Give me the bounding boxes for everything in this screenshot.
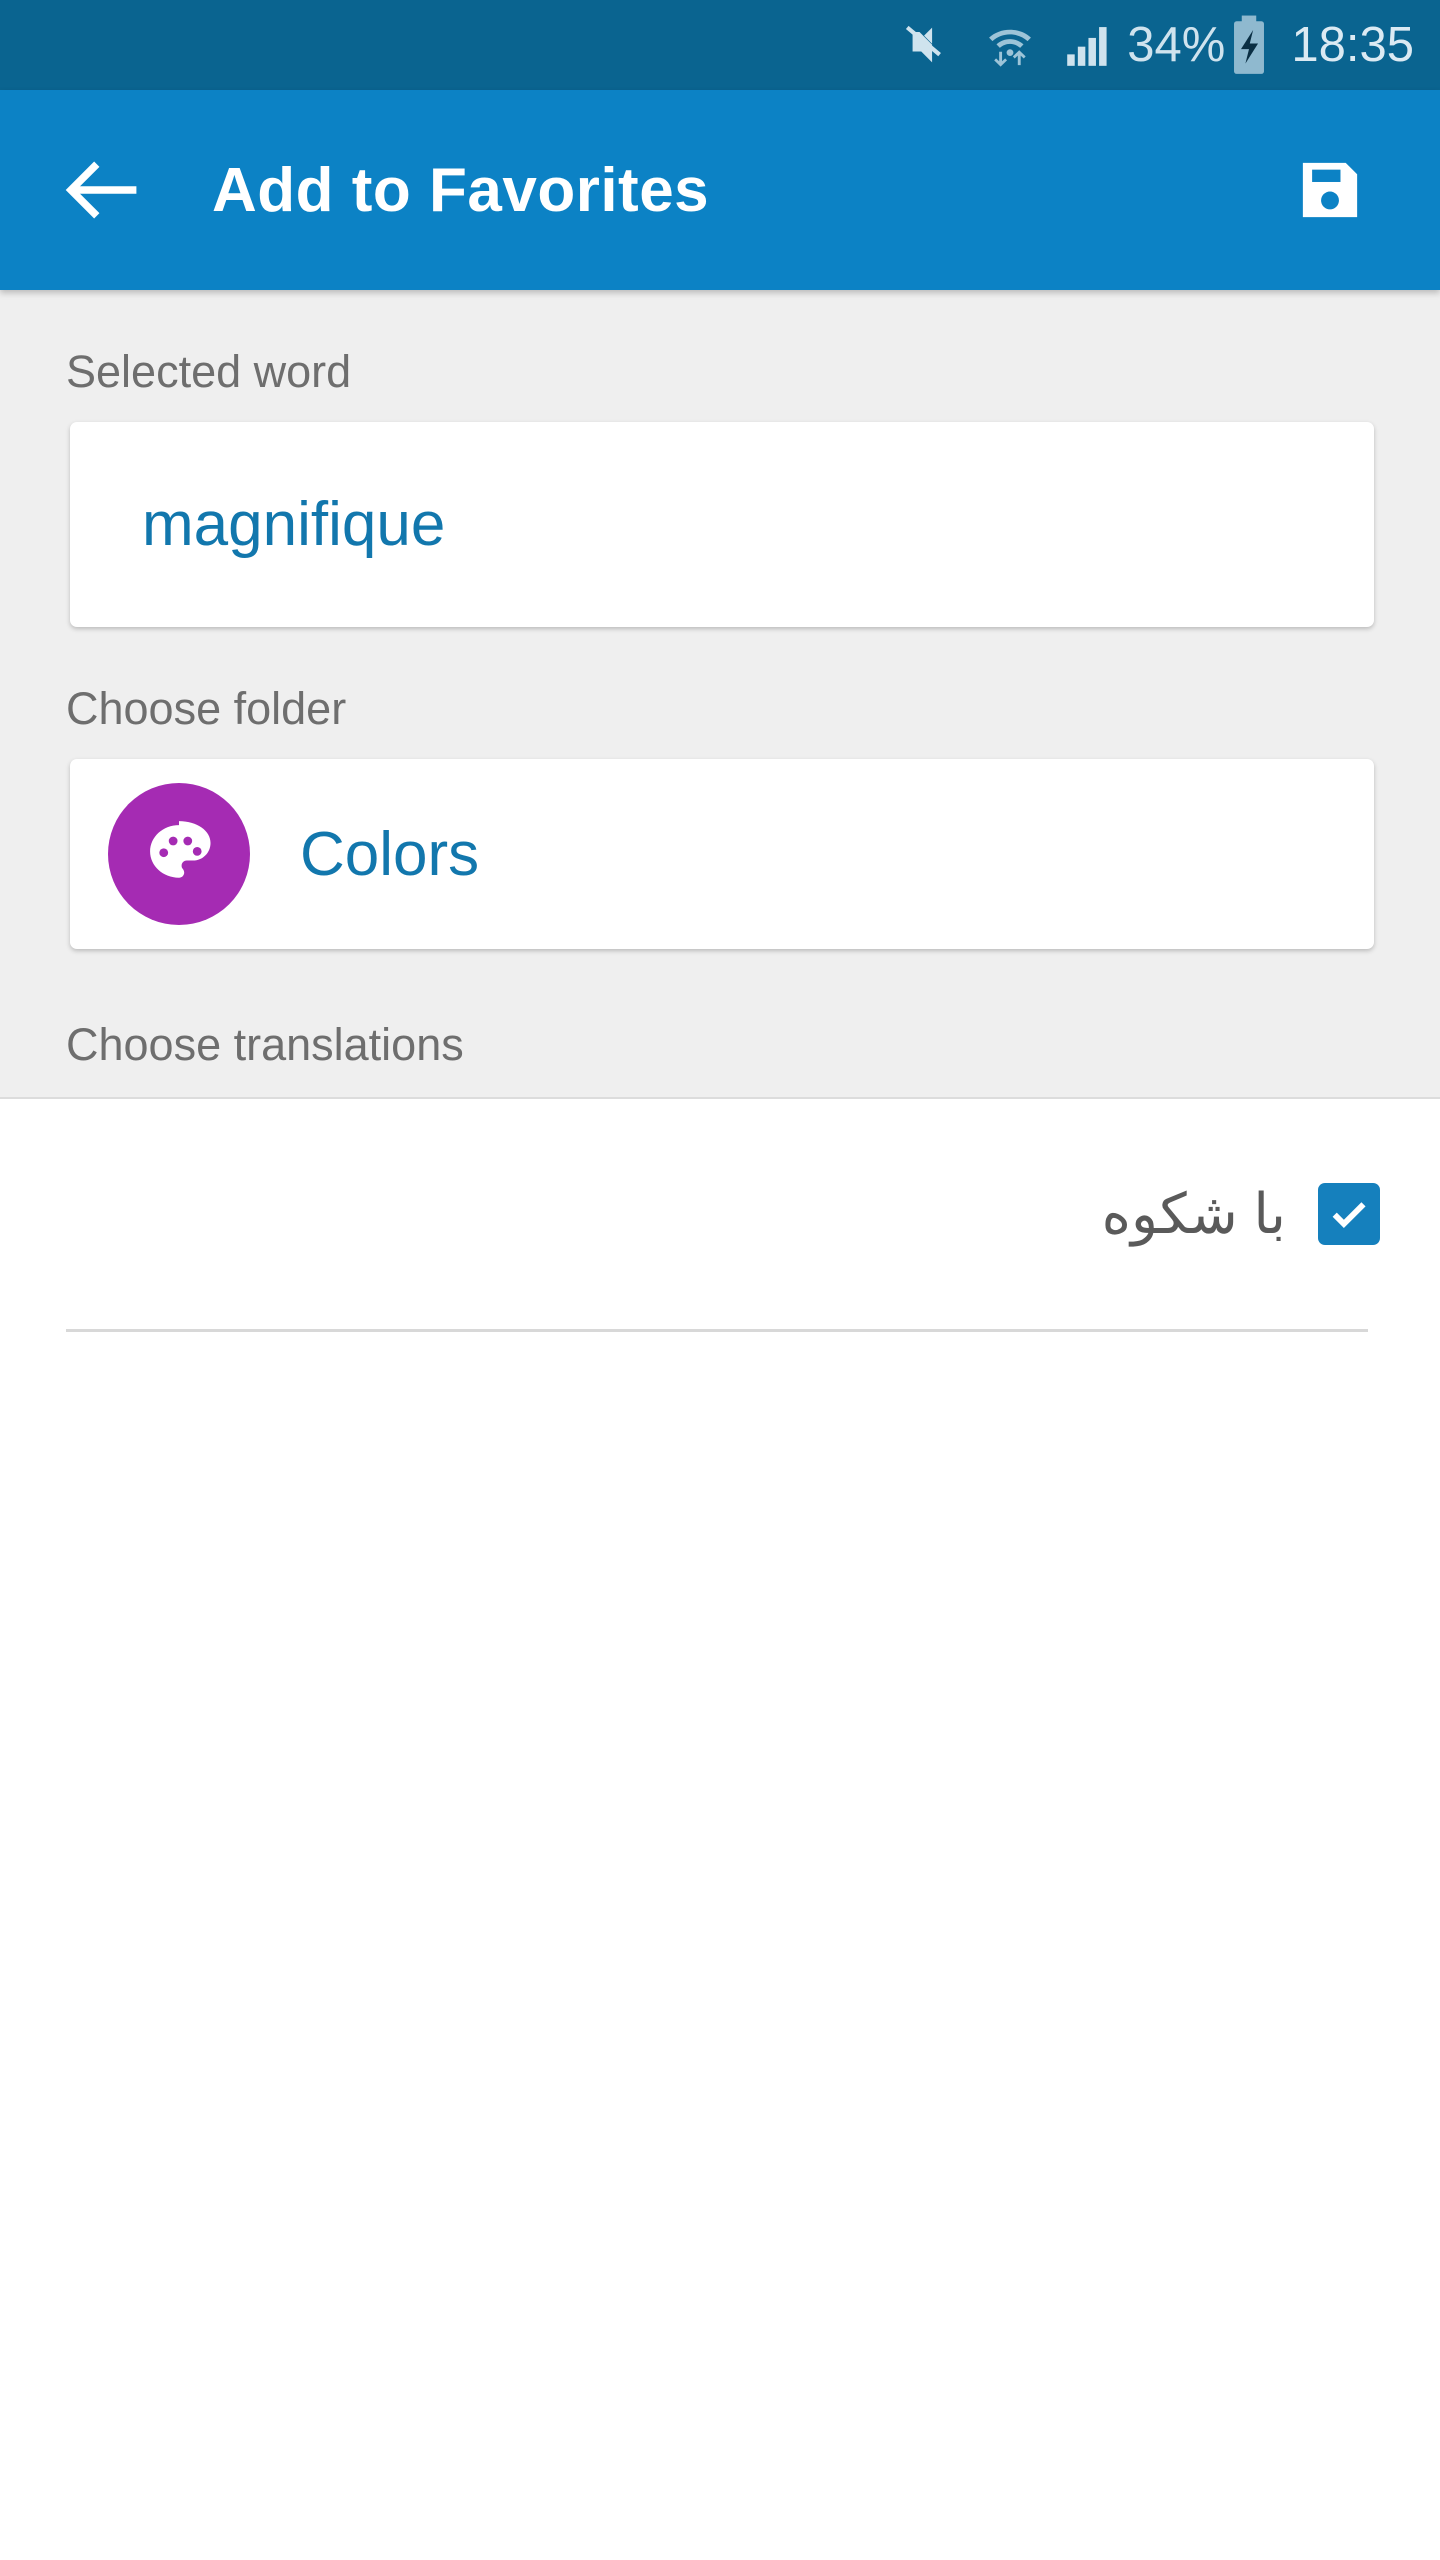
selected-word-label: Selected word (66, 346, 352, 397)
choose-folder-label: Choose folder (66, 683, 347, 734)
save-floppy-icon[interactable] (1282, 142, 1378, 238)
list-item[interactable]: با شکوه (0, 1099, 1440, 1329)
form-section: Selected word magnifique Choose folder C… (0, 290, 1440, 1099)
folder-selector[interactable]: Colors (70, 759, 1374, 949)
translation-text: با شکوه (1101, 1182, 1286, 1245)
checkmark-icon (1332, 1202, 1366, 1229)
list-divider (66, 1329, 1368, 1332)
battery-percent-label: 34% (1127, 18, 1226, 72)
wifi-transfer-icon (983, 18, 1037, 72)
battery-charging-icon (1229, 14, 1269, 76)
app-screen: 34% 18:35 Add to Favorites Selected word… (0, 0, 1440, 2560)
choose-translations-label: Choose translations (66, 1019, 464, 1070)
status-bar-clock: 18:35 (1291, 18, 1414, 72)
translation-checkbox[interactable] (1318, 1183, 1380, 1245)
cellular-signal-icon (1061, 20, 1113, 70)
status-bar: 34% 18:35 (0, 0, 1440, 90)
mute-icon (905, 19, 957, 71)
app-bar: Add to Favorites (0, 90, 1440, 290)
folder-name-label: Colors (300, 819, 480, 889)
translations-list: با شکوه (0, 1099, 1440, 1332)
page-title: Add to Favorites (212, 155, 710, 225)
selected-word-value: magnifique (142, 490, 446, 559)
back-arrow-icon[interactable] (58, 144, 150, 236)
palette-icon (108, 783, 250, 925)
selected-word-input[interactable]: magnifique (70, 422, 1374, 627)
